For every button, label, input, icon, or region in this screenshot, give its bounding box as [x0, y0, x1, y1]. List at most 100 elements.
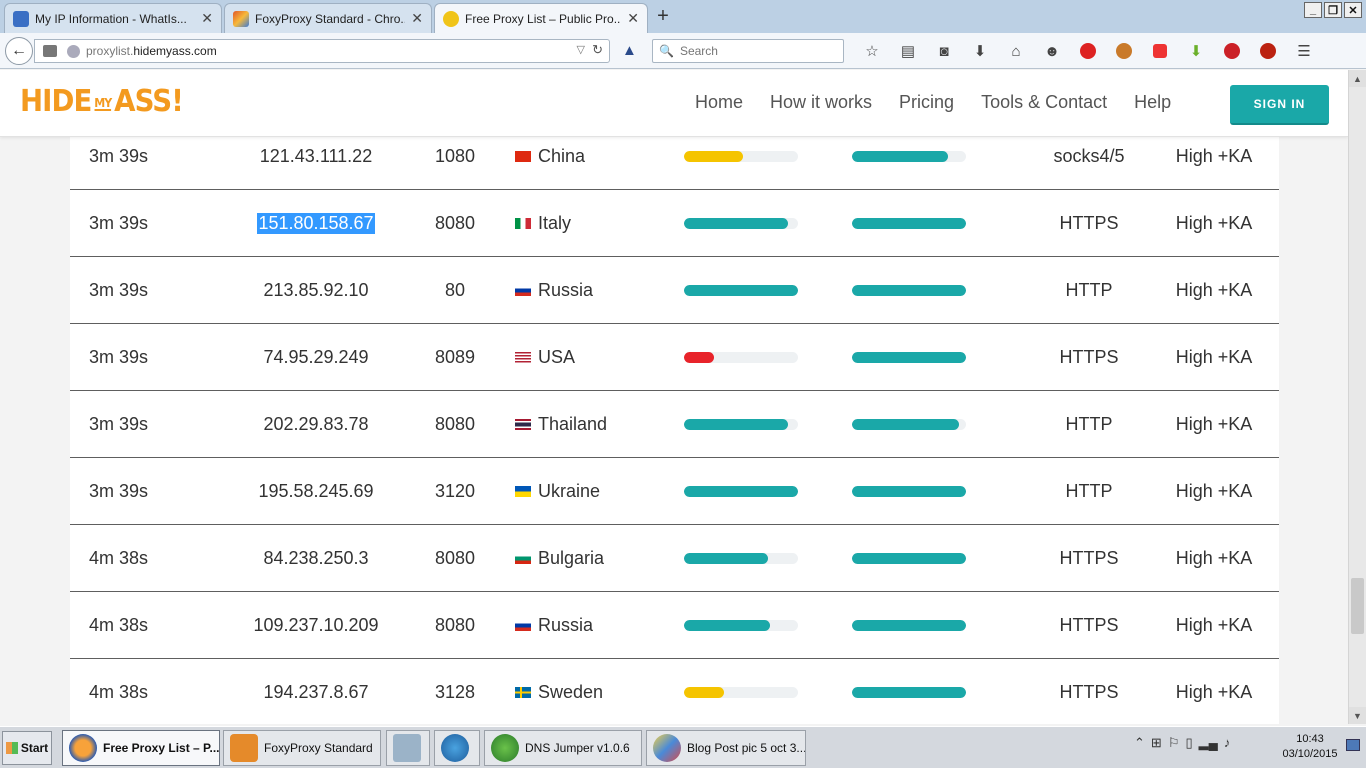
hidemyass-logo[interactable]: HIDE MY ASS!: [20, 84, 184, 119]
star-icon[interactable]: ☆: [854, 41, 890, 61]
type-cell: HTTP: [1065, 413, 1113, 434]
tray-expand-icon[interactable]: ⌃: [1134, 735, 1145, 751]
main-nav: Home How it works Pricing Tools & Contac…: [695, 92, 1198, 113]
home-icon[interactable]: ⌂: [998, 41, 1034, 61]
navigation-toolbar: ← proxylist.hidemyass.com ▽ ↻ ▲ 🔍 ☆ ▤ ◙ …: [0, 33, 1366, 69]
speed-bar-fill: [684, 284, 798, 296]
ip-text[interactable]: 194.237.8.67: [263, 682, 368, 703]
nav-pricing[interactable]: Pricing: [899, 92, 954, 113]
reading-list-icon[interactable]: ▤: [890, 41, 926, 61]
ip-address-cell: 84.238.250.3: [230, 525, 402, 591]
ip-text[interactable]: 213.85.92.10: [263, 280, 368, 301]
tab-foxyproxy[interactable]: FoxyProxy Standard - Chro... ✕: [224, 3, 432, 33]
taskbar-clock[interactable]: 10:43 03/10/2015: [1280, 732, 1340, 762]
port-cell: 8080: [434, 547, 476, 568]
sign-in-button[interactable]: SIGN IN: [1230, 85, 1329, 125]
tray-volume-icon[interactable]: ♪: [1224, 735, 1231, 751]
scroll-down-icon[interactable]: ▼: [1349, 707, 1366, 724]
speed-bar: [684, 217, 798, 229]
show-desktop-button[interactable]: [1346, 739, 1360, 751]
tray-signal-icon[interactable]: ▂▄: [1199, 735, 1218, 751]
type-cell: HTTPS: [1059, 547, 1119, 568]
url-dropdown-icon[interactable]: ▽: [577, 43, 585, 56]
ip-text[interactable]: 121.43.111.22: [260, 146, 372, 167]
selected-ip-text[interactable]: 151.80.158.67: [257, 212, 375, 234]
search-bar[interactable]: 🔍: [652, 39, 844, 63]
taskbar-item-firefox[interactable]: Free Proxy List – P...: [62, 730, 220, 766]
scroll-up-icon[interactable]: ▲: [1349, 70, 1366, 87]
reload-icon[interactable]: ↻: [592, 42, 603, 58]
country-cell: USA: [515, 324, 575, 390]
ru-flag-icon: [515, 284, 531, 296]
ip-address-cell: 202.29.83.78: [230, 391, 402, 457]
country-cell: Italy: [515, 190, 571, 256]
bookmark-hat-icon[interactable]: ▲: [622, 42, 637, 59]
address-bar[interactable]: proxylist.hidemyass.com ▽ ↻: [34, 39, 610, 63]
close-window-button[interactable]: ✕: [1344, 2, 1362, 18]
taskbar-item-foxyproxy[interactable]: FoxyProxy Standard: [223, 730, 381, 766]
speed-bar-fill: [684, 150, 744, 162]
anonymity-cell: High +KA: [1175, 413, 1253, 434]
taskbar-item-dns-jumper[interactable]: DNS Jumper v1.0.6: [484, 730, 642, 766]
connection-bar-fill: [852, 418, 960, 430]
tab-whatismyip[interactable]: My IP Information - WhatIs... ✕: [4, 3, 222, 33]
chat-icon[interactable]: ☻: [1034, 41, 1070, 61]
scroll-thumb[interactable]: [1351, 578, 1364, 634]
nav-home[interactable]: Home: [695, 92, 743, 113]
nav-help[interactable]: Help: [1134, 92, 1171, 113]
hidemyass-favicon-icon: [443, 10, 459, 27]
minimize-button[interactable]: _: [1304, 2, 1322, 18]
speed-bar: [684, 686, 798, 698]
tray-flag-icon[interactable]: ⚐: [1168, 735, 1180, 751]
connection-bar-fill: [852, 150, 948, 162]
connection-bar-fill: [852, 284, 966, 296]
mcafee-icon[interactable]: [1250, 41, 1286, 61]
download-icon[interactable]: ⬇: [962, 41, 998, 61]
taskbar-item-calculator[interactable]: [386, 730, 430, 766]
back-button[interactable]: ←: [5, 37, 33, 65]
ip-text[interactable]: 84.238.250.3: [263, 548, 368, 569]
connection-bar: [852, 619, 966, 631]
search-input[interactable]: [679, 44, 830, 58]
country-name: China: [538, 145, 586, 166]
ip-text[interactable]: 195.58.245.69: [258, 481, 373, 502]
anonymity-cell: High +KA: [1175, 346, 1253, 367]
nav-how-it-works[interactable]: How it works: [770, 92, 872, 113]
connection-time-cell: [852, 659, 966, 724]
whatismyip-favicon-icon: [13, 10, 29, 27]
nav-tools-contact[interactable]: Tools & Contact: [981, 92, 1107, 113]
pinterest-icon[interactable]: [1214, 41, 1250, 61]
connection-bar: [852, 150, 966, 162]
last-update-cell: 4m 38s: [89, 681, 149, 702]
port-cell: 8080: [434, 413, 476, 434]
close-icon[interactable]: ✕: [411, 10, 423, 27]
arrow-down-icon[interactable]: ⬇: [1178, 41, 1214, 61]
speed-bar-fill: [684, 552, 769, 564]
ip-text[interactable]: 202.29.83.78: [263, 414, 368, 435]
connection-bar: [852, 686, 966, 698]
start-button[interactable]: Start: [2, 731, 52, 765]
restore-button[interactable]: ❐: [1324, 2, 1342, 18]
connection-bar: [852, 351, 966, 363]
ip-address-cell: 194.237.8.67: [230, 659, 402, 724]
adblock-icon[interactable]: [1070, 41, 1106, 61]
taskbar-item-network[interactable]: [434, 730, 480, 766]
type-cell: HTTPS: [1059, 614, 1119, 635]
tab-label: Free Proxy List – Public Pro...: [465, 11, 622, 26]
close-icon[interactable]: ✕: [201, 10, 213, 27]
menu-icon[interactable]: ☰: [1286, 41, 1322, 61]
tracker-block-icon[interactable]: [1142, 41, 1178, 61]
pocket-icon[interactable]: ◙: [926, 41, 962, 61]
new-tab-button[interactable]: +: [652, 5, 674, 28]
ip-text[interactable]: 109.237.10.209: [253, 615, 378, 636]
port-cell: 3128: [434, 681, 476, 702]
history-icon: [43, 45, 57, 57]
close-icon[interactable]: ✕: [627, 10, 639, 27]
ip-text[interactable]: 74.95.29.249: [263, 347, 368, 368]
greasemonkey-icon[interactable]: [1106, 41, 1142, 61]
tab-free-proxy-list[interactable]: Free Proxy List – Public Pro... ✕: [434, 3, 648, 33]
taskbar-item-paint[interactable]: Blog Post pic 5 oct 3...: [646, 730, 806, 766]
tray-battery-icon[interactable]: ▯: [1185, 735, 1192, 751]
page-scrollbar[interactable]: ▲ ▼: [1348, 70, 1366, 724]
tray-window-icon[interactable]: ⊞: [1151, 735, 1162, 751]
